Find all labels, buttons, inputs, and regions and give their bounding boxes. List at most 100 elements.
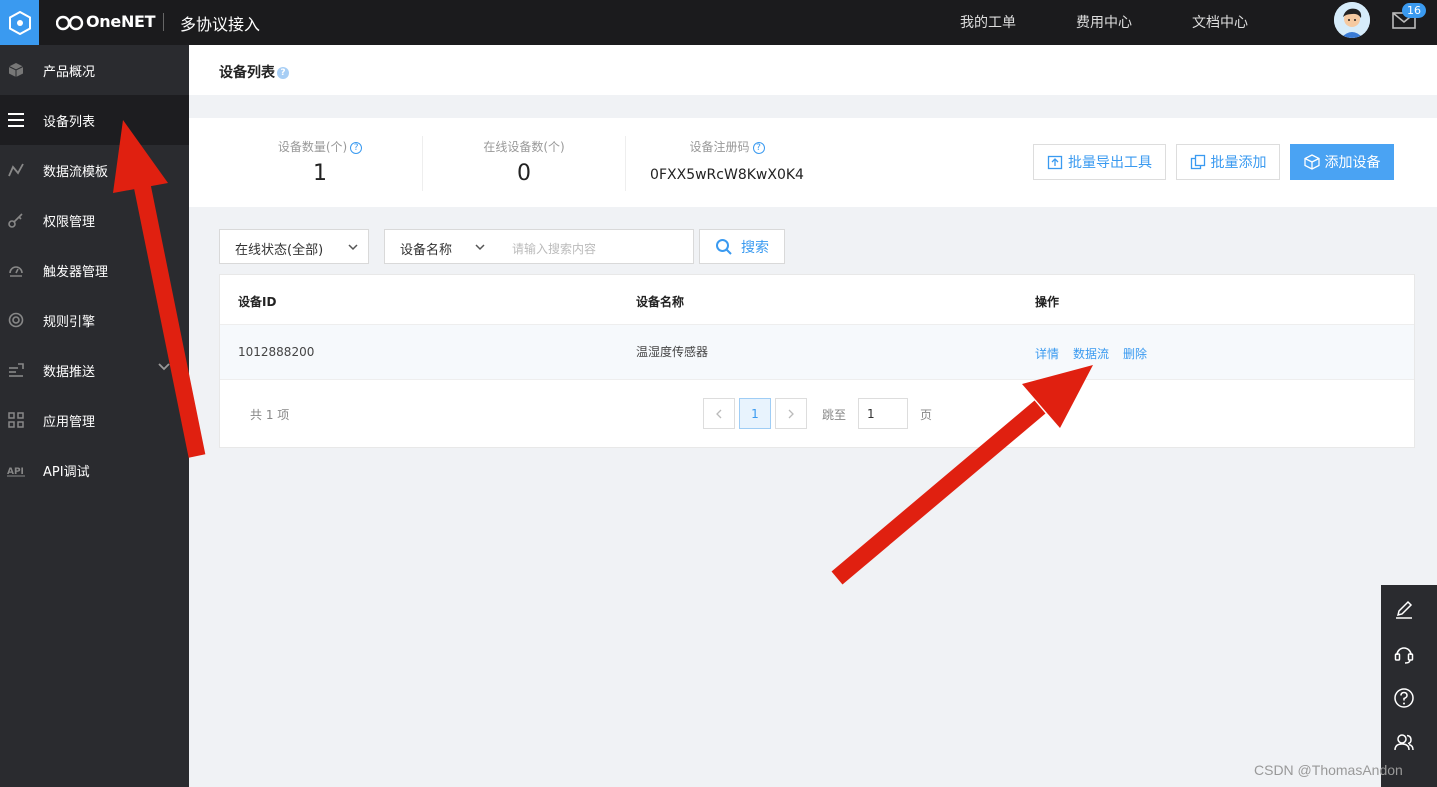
sidebar-item-device-list[interactable]: 设备列表 — [0, 95, 189, 145]
help-icon[interactable]: ? — [752, 141, 765, 154]
detail-link[interactable]: 详情 — [1035, 347, 1059, 361]
help-icon[interactable]: ? — [277, 67, 289, 79]
product-subtitle: 多协议接入 — [180, 15, 261, 34]
sidebar-item-datastream-template[interactable]: 数据流模板 — [0, 145, 189, 195]
app-logo[interactable] — [0, 0, 39, 45]
registration-code-value: 0FXX5wRcW8KwX0K4 — [650, 167, 804, 183]
device-table: 设备ID 设备名称 操作 1012888200 温湿度传感器 详情 数据流 删除 共… — [219, 274, 1415, 448]
device-id-cell: 1012888200 — [238, 345, 315, 359]
datastream-link[interactable]: 数据流 — [1073, 347, 1109, 361]
chevron-down-icon — [475, 244, 485, 251]
divider — [625, 136, 626, 191]
page-header: 设备列表? — [189, 45, 1437, 95]
search-icon — [716, 238, 732, 255]
chevron-right-icon — [788, 409, 794, 418]
pager-next-button[interactable] — [775, 398, 807, 429]
gauge-icon — [7, 261, 25, 279]
search-button-label: 搜索 — [741, 239, 769, 256]
nav-docs[interactable]: 文档中心 — [1192, 12, 1248, 32]
stat-value: 0 — [517, 161, 531, 186]
sidebar-item-label: 权限管理 — [43, 214, 96, 230]
nav-my-tickets[interactable]: 我的工单 — [960, 12, 1016, 32]
stat-online-count: 在线设备数(个) 0 — [463, 118, 585, 186]
stats-panel: 设备数量(个)? 1 在线设备数(个) 0 设备注册码? 0FXX5wRcW8K… — [189, 118, 1437, 207]
batch-export-label: 批量导出工具 — [1068, 155, 1152, 171]
sidebar-item-api-debug[interactable]: API API调试 — [0, 445, 189, 495]
key-icon — [7, 211, 25, 229]
sidebar-item-label: 应用管理 — [43, 414, 96, 430]
chevron-down-icon — [158, 363, 170, 371]
batch-add-button[interactable]: 批量添加 — [1176, 144, 1280, 180]
page-title: 设备列表? — [219, 62, 289, 82]
stat-label: 设备数量(个)? — [259, 138, 381, 155]
avatar-icon — [1334, 2, 1370, 38]
stat-label: 在线设备数(个) — [483, 140, 565, 154]
nav-billing[interactable]: 费用中心 — [1076, 12, 1132, 32]
sidebar-item-app-management[interactable]: 应用管理 — [0, 395, 189, 445]
sidebar-item-label: 规则引擎 — [43, 314, 96, 330]
stat-device-count: 设备数量(个)? 1 — [259, 118, 381, 186]
pager-jump-input[interactable]: 1 — [858, 398, 908, 429]
api-icon: API — [7, 461, 25, 479]
search-field-select[interactable]: 设备名称 — [384, 229, 498, 264]
onenet-logo-icon — [56, 15, 84, 30]
line-chart-icon — [7, 161, 25, 179]
search-button[interactable]: 搜索 — [699, 229, 785, 264]
list-icon — [7, 111, 25, 129]
column-header-device-id: 设备ID — [238, 295, 277, 309]
sidebar-item-label: 触发器管理 — [43, 264, 109, 280]
batch-export-button[interactable]: 批量导出工具 — [1033, 144, 1166, 180]
notification-badge: 16 — [1402, 3, 1426, 18]
user-avatar[interactable] — [1334, 2, 1370, 38]
sidebar-item-label: 设备列表 — [43, 114, 96, 130]
stat-label: 设备注册码? — [649, 138, 805, 155]
pager-page-1[interactable]: 1 — [739, 398, 771, 429]
column-header-device-name: 设备名称 — [636, 295, 685, 309]
column-header-actions: 操作 — [1035, 295, 1060, 309]
online-status-value: 在线状态(全部) — [235, 243, 324, 258]
page-title-text: 设备列表 — [219, 65, 275, 81]
target-icon — [7, 311, 25, 329]
help-icon[interactable]: ? — [350, 141, 363, 154]
search-placeholder: 请输入搜索内容 — [512, 242, 597, 256]
actions-cell: 详情 数据流 删除 — [1035, 345, 1161, 362]
online-status-select[interactable]: 在线状态(全部) — [219, 229, 369, 264]
pager-jump-label: 跳至 — [822, 408, 847, 422]
add-device-button[interactable]: 添加设备 — [1290, 144, 1394, 180]
device-name-cell: 温湿度传感器 — [636, 345, 709, 359]
stat-value: 1 — [313, 161, 327, 186]
grid-icon — [7, 411, 25, 429]
headset-icon[interactable] — [1391, 641, 1417, 667]
hexagon-logo-icon — [8, 10, 31, 35]
top-bar: OneNET 多协议接入 我的工单 费用中心 文档中心 16 — [0, 0, 1437, 45]
brand-logo[interactable]: OneNET — [56, 12, 156, 31]
sidebar-item-data-push[interactable]: 数据推送 — [0, 345, 189, 395]
sidebar-item-triggers[interactable]: 触发器管理 — [0, 245, 189, 295]
delete-link[interactable]: 删除 — [1123, 347, 1147, 361]
floating-toolbar — [1381, 585, 1437, 787]
brand-divider — [163, 13, 164, 31]
divider — [422, 136, 423, 191]
sidebar: 产品概况 设备列表 数据流模板 权限管理 触发器管理 规则引擎 数据推送 应用管… — [0, 45, 189, 787]
help-circle-icon[interactable] — [1391, 685, 1417, 711]
search-input[interactable]: 请输入搜索内容 — [497, 229, 694, 264]
push-icon — [7, 361, 25, 379]
stat-registration-code: 设备注册码? 0FXX5wRcW8KwX0K4 — [649, 118, 805, 183]
sidebar-item-product-overview[interactable]: 产品概况 — [0, 45, 189, 95]
pager-page-suffix: 页 — [920, 408, 933, 422]
edit-icon[interactable] — [1391, 597, 1417, 623]
cube-icon — [7, 61, 25, 79]
cube-icon — [1303, 154, 1320, 170]
sidebar-item-label: 数据流模板 — [43, 164, 109, 180]
chevron-down-icon — [348, 244, 358, 251]
copy-icon — [1190, 154, 1205, 170]
search-field-value: 设备名称 — [400, 243, 453, 258]
export-icon — [1047, 155, 1063, 170]
sidebar-item-rules-engine[interactable]: 规则引擎 — [0, 295, 189, 345]
watermark: CSDN @ThomasAndon — [1254, 762, 1403, 778]
sidebar-item-label: 产品概况 — [43, 64, 96, 80]
users-icon[interactable] — [1391, 729, 1417, 755]
pager-prev-button[interactable] — [703, 398, 735, 429]
sidebar-item-permissions[interactable]: 权限管理 — [0, 195, 189, 245]
chevron-left-icon — [716, 409, 722, 418]
